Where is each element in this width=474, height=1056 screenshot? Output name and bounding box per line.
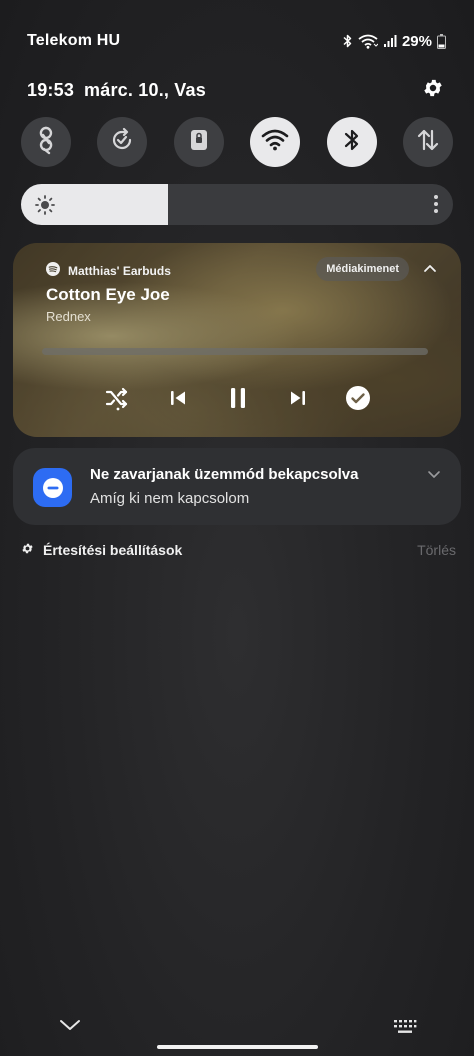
more-options-icon[interactable] bbox=[433, 194, 439, 219]
shuffle-button[interactable] bbox=[104, 386, 132, 414]
bluetooth-icon bbox=[343, 127, 361, 158]
notification-settings-label: Értesítési beállítások bbox=[43, 542, 183, 558]
battery-icon bbox=[437, 33, 446, 49]
playback-progress-bar[interactable] bbox=[42, 348, 428, 355]
pause-icon bbox=[228, 387, 248, 414]
media-output-button[interactable]: Médiakimenet bbox=[316, 257, 409, 281]
toggle-mobile-data[interactable] bbox=[402, 117, 453, 167]
toggle-wifi[interactable] bbox=[250, 117, 301, 167]
like-button[interactable] bbox=[344, 385, 372, 416]
data-transfer-icon bbox=[415, 127, 441, 158]
rotate-icon bbox=[108, 126, 136, 159]
gear-icon bbox=[21, 542, 34, 558]
battery-percent: 29% bbox=[401, 32, 432, 50]
media-source-label: Matthias' Earbuds bbox=[68, 263, 171, 278]
status-icons: 29% bbox=[342, 33, 446, 50]
datetime-row: 19:53 márc. 10., Vas bbox=[27, 78, 444, 102]
toggle-lock-screen[interactable] bbox=[173, 117, 224, 167]
track-title: Cotton Eye Joe bbox=[46, 285, 170, 304]
status-bar: Telekom HU 29% bbox=[27, 30, 446, 52]
chevron-up-icon[interactable] bbox=[423, 260, 437, 278]
shuffle-icon bbox=[104, 384, 132, 417]
chevron-down-icon[interactable] bbox=[59, 1018, 81, 1037]
notification-footer: Értesítési beállítások Törlés bbox=[21, 540, 456, 560]
dnd-notification[interactable]: Ne zavarjanak üzemmód bekapcsolva Amíg k… bbox=[13, 448, 461, 525]
media-player-card[interactable]: Matthias' Earbuds Médiakimenet Cotton Ey… bbox=[13, 243, 461, 437]
spotify-icon bbox=[46, 262, 60, 279]
keyboard-icon[interactable] bbox=[393, 1019, 417, 1040]
wifi-icon bbox=[358, 34, 378, 49]
home-indicator[interactable] bbox=[157, 1045, 318, 1049]
next-icon bbox=[288, 388, 308, 413]
notification-subtitle: Amíg ki nem kapcsolom bbox=[90, 490, 250, 507]
media-controls bbox=[104, 385, 372, 416]
toggle-auto-rotate[interactable] bbox=[97, 117, 148, 167]
nfc-icon bbox=[34, 125, 58, 160]
gear-icon[interactable] bbox=[422, 77, 444, 104]
quick-toggles bbox=[21, 117, 453, 167]
track-artist: Rednex bbox=[46, 309, 91, 324]
clear-button[interactable]: Törlés bbox=[417, 542, 456, 558]
carrier-name: Telekom HU bbox=[27, 32, 121, 49]
next-button[interactable] bbox=[284, 386, 312, 414]
previous-button[interactable] bbox=[164, 386, 192, 414]
lock-icon bbox=[188, 128, 210, 157]
bluetooth-icon bbox=[342, 34, 353, 48]
minus-circle-icon bbox=[33, 468, 72, 507]
toggle-nfc[interactable] bbox=[21, 117, 71, 167]
pause-button[interactable] bbox=[224, 386, 252, 414]
date-label[interactable]: márc. 10., Vas bbox=[84, 80, 206, 100]
clock-time[interactable]: 19:53 bbox=[27, 80, 74, 100]
media-source: Matthias' Earbuds bbox=[46, 262, 171, 279]
chevron-down-icon[interactable] bbox=[427, 467, 441, 485]
previous-icon bbox=[168, 388, 188, 413]
wifi-icon bbox=[261, 129, 289, 156]
signal-icon bbox=[383, 34, 397, 48]
toggle-bluetooth[interactable] bbox=[326, 117, 377, 167]
clock-date: 19:53 márc. 10., Vas bbox=[27, 80, 206, 101]
notification-settings-link[interactable]: Értesítési beállítások bbox=[21, 542, 182, 558]
check-circle-icon bbox=[345, 385, 371, 416]
sun-icon bbox=[34, 194, 56, 221]
notification-title: Ne zavarjanak üzemmód bekapcsolva bbox=[90, 466, 359, 483]
brightness-slider[interactable] bbox=[21, 184, 453, 225]
